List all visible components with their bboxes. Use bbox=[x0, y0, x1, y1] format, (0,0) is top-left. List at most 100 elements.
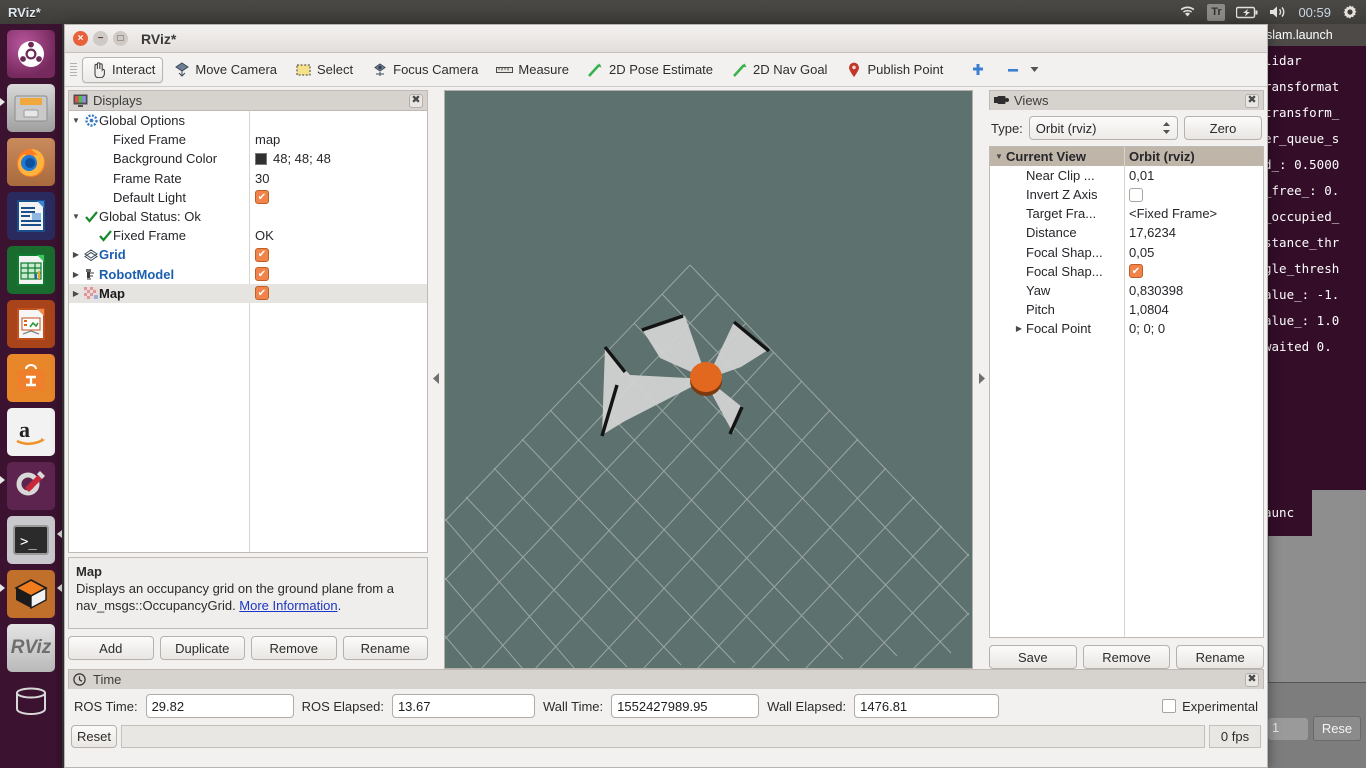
view-property-value[interactable] bbox=[1124, 187, 1263, 202]
tool-2d-pose-estimate[interactable]: 2D Pose Estimate bbox=[579, 57, 721, 83]
duplicate-display-button[interactable]: Duplicate bbox=[159, 636, 245, 660]
display-row[interactable]: ▶ RobotModel ✔ bbox=[69, 265, 427, 284]
expander-arrow-icon[interactable]: ▶ bbox=[1012, 324, 1026, 333]
view-type-select[interactable]: Orbit (rviz) bbox=[1028, 116, 1178, 140]
checkbox-checked[interactable]: ✔ bbox=[255, 190, 269, 205]
tool-2d-nav-goal[interactable]: 2D Nav Goal bbox=[723, 57, 835, 83]
view-property-value[interactable]: 0,830398 bbox=[1124, 283, 1263, 298]
background-reset-button[interactable]: Rese bbox=[1313, 716, 1361, 741]
views-close-icon[interactable]: ✖ bbox=[1245, 93, 1259, 108]
keyboard-layout-indicator[interactable]: Tr bbox=[1207, 3, 1226, 21]
tool-publish-point[interactable]: Publish Point bbox=[837, 57, 951, 83]
launcher-item-gazebo[interactable] bbox=[7, 570, 55, 618]
checkbox-checked[interactable]: ✔ bbox=[255, 247, 269, 262]
tool-move-camera[interactable]: Move Camera bbox=[165, 57, 285, 83]
display-row-value[interactable]: ✔ bbox=[249, 267, 427, 282]
display-row[interactable]: Background Color 48; 48; 48 bbox=[69, 149, 427, 168]
checkbox-checked[interactable]: ✔ bbox=[255, 267, 269, 282]
window-maximize-button[interactable]: □ bbox=[113, 31, 128, 46]
view-property-row[interactable]: Focal Shap... 0,05 bbox=[990, 242, 1263, 261]
displays-tree[interactable]: ▼ Global Options Fixed Frame map Background … bbox=[68, 110, 428, 553]
view-property-value[interactable]: 0,01 bbox=[1124, 168, 1263, 183]
zero-button[interactable]: Zero bbox=[1184, 116, 1262, 140]
rename-display-button[interactable]: Rename bbox=[342, 636, 428, 660]
view-property-value[interactable]: 1,0804 bbox=[1124, 302, 1263, 317]
view-property-row[interactable]: Near Clip ... 0,01 bbox=[990, 166, 1263, 185]
time-close-icon[interactable]: ✖ bbox=[1245, 672, 1259, 687]
remove-view-button[interactable]: Remove bbox=[1082, 645, 1171, 669]
checkbox-checked[interactable]: ✔ bbox=[1129, 264, 1143, 279]
displays-close-icon[interactable]: ✖ bbox=[409, 93, 423, 108]
launcher-item-terminal[interactable]: >_ bbox=[7, 516, 55, 564]
launcher-item-trash[interactable] bbox=[7, 678, 55, 726]
display-row[interactable]: Default Light ✔ bbox=[69, 188, 427, 207]
display-row[interactable]: ▶ Grid ✔ bbox=[69, 245, 427, 264]
view-property-row[interactable]: Target Fra... <Fixed Frame> bbox=[990, 204, 1263, 223]
tool-measure[interactable]: Measure bbox=[488, 57, 577, 83]
view-property-row[interactable]: ▼ Current View Orbit (rviz) bbox=[990, 147, 1263, 167]
launcher-item-system-settings[interactable] bbox=[7, 462, 55, 510]
3d-viewport[interactable] bbox=[444, 90, 973, 669]
display-row[interactable]: ▶ Map ✔ bbox=[69, 283, 427, 303]
experimental-checkbox[interactable] bbox=[1162, 699, 1177, 713]
tool-focus-camera[interactable]: Focus Camera bbox=[363, 57, 486, 83]
launcher-item-ubuntu-software[interactable] bbox=[7, 354, 55, 402]
chevron-down-icon[interactable] bbox=[1026, 61, 1043, 78]
save-view-button[interactable]: Save bbox=[989, 645, 1077, 669]
display-row[interactable]: Fixed Frame OK bbox=[69, 226, 427, 245]
display-row-value[interactable]: 48; 48; 48 bbox=[249, 151, 427, 166]
wall-elapsed-input[interactable]: 1476.81 bbox=[854, 694, 1000, 718]
terminal-window-lower[interactable]: aunc bbox=[1262, 490, 1312, 536]
more-information-link[interactable]: More Information bbox=[239, 598, 337, 613]
display-row[interactable]: ▼ Global Status: Ok bbox=[69, 207, 427, 226]
display-row-value[interactable]: ✔ bbox=[249, 247, 427, 262]
view-property-value[interactable]: Orbit (rviz) bbox=[1124, 149, 1263, 164]
checkbox-unchecked[interactable] bbox=[1129, 187, 1143, 202]
toolbar-grip[interactable] bbox=[69, 60, 78, 80]
launcher-item-ubuntu-dash[interactable] bbox=[7, 30, 55, 78]
ros-elapsed-input[interactable]: 13.67 bbox=[391, 694, 535, 718]
views-tree[interactable]: ▼ Current View Orbit (rviz) Near Clip ... 0,… bbox=[989, 146, 1264, 638]
window-minimize-button[interactable]: − bbox=[93, 31, 108, 46]
expander-arrow-icon[interactable]: ▼ bbox=[69, 212, 83, 221]
add-tool-button[interactable] bbox=[961, 57, 994, 83]
spinner-arrows-icon[interactable] bbox=[1162, 121, 1171, 135]
gear-icon[interactable] bbox=[1342, 4, 1358, 20]
view-property-row[interactable]: ▶ Focal Point 0; 0; 0 bbox=[990, 319, 1263, 338]
launcher-item-libreoffice-impress[interactable] bbox=[7, 300, 55, 348]
expander-arrow-icon[interactable]: ▼ bbox=[992, 152, 1006, 161]
checkbox-checked[interactable]: ✔ bbox=[255, 286, 269, 301]
display-row-value[interactable]: OK bbox=[249, 228, 427, 243]
view-property-row[interactable]: Pitch 1,0804 bbox=[990, 300, 1263, 319]
add-display-button[interactable]: Add bbox=[68, 636, 154, 660]
view-property-row[interactable]: Distance 17,6234 bbox=[990, 223, 1263, 242]
expander-arrow-icon[interactable]: ▶ bbox=[69, 289, 83, 298]
remove-tool-button[interactable] bbox=[996, 57, 1051, 83]
battery-icon[interactable] bbox=[1236, 6, 1258, 19]
view-property-row[interactable]: Yaw 0,830398 bbox=[990, 281, 1263, 300]
left-splitter-handle[interactable] bbox=[428, 87, 444, 669]
view-property-value[interactable]: <Fixed Frame> bbox=[1124, 206, 1263, 221]
right-splitter-handle[interactable] bbox=[973, 87, 989, 669]
background-window-field[interactable]: 1 bbox=[1268, 718, 1308, 740]
display-row-value[interactable]: ✔ bbox=[249, 190, 427, 205]
volume-icon[interactable] bbox=[1269, 5, 1287, 19]
clock[interactable]: 00:59 bbox=[1298, 5, 1331, 20]
launcher-item-files[interactable] bbox=[7, 84, 55, 132]
reset-button[interactable]: Reset bbox=[71, 724, 117, 748]
expander-arrow-icon[interactable]: ▶ bbox=[69, 270, 83, 279]
window-titlebar[interactable]: × − □ RViz* bbox=[65, 25, 1267, 53]
tool-interact[interactable]: Interact bbox=[82, 56, 164, 83]
terminal-window[interactable]: slam.launch lidar ransformat transform_ er_… bbox=[1262, 24, 1366, 490]
wifi-icon[interactable] bbox=[1179, 5, 1196, 19]
view-property-row[interactable]: Focal Shap... ✔ bbox=[990, 262, 1263, 281]
wall-time-input[interactable]: 1552427989.95 bbox=[611, 694, 760, 718]
view-property-value[interactable]: ✔ bbox=[1124, 264, 1263, 279]
launcher-item-amazon[interactable]: a bbox=[7, 408, 55, 456]
launcher-item-firefox[interactable] bbox=[7, 138, 55, 186]
view-property-value[interactable]: 17,6234 bbox=[1124, 225, 1263, 240]
display-row[interactable]: Frame Rate 30 bbox=[69, 169, 427, 188]
rename-view-button[interactable]: Rename bbox=[1176, 645, 1265, 669]
tool-select[interactable]: Select bbox=[287, 57, 361, 83]
launcher-item-libreoffice-calc[interactable] bbox=[7, 246, 55, 294]
